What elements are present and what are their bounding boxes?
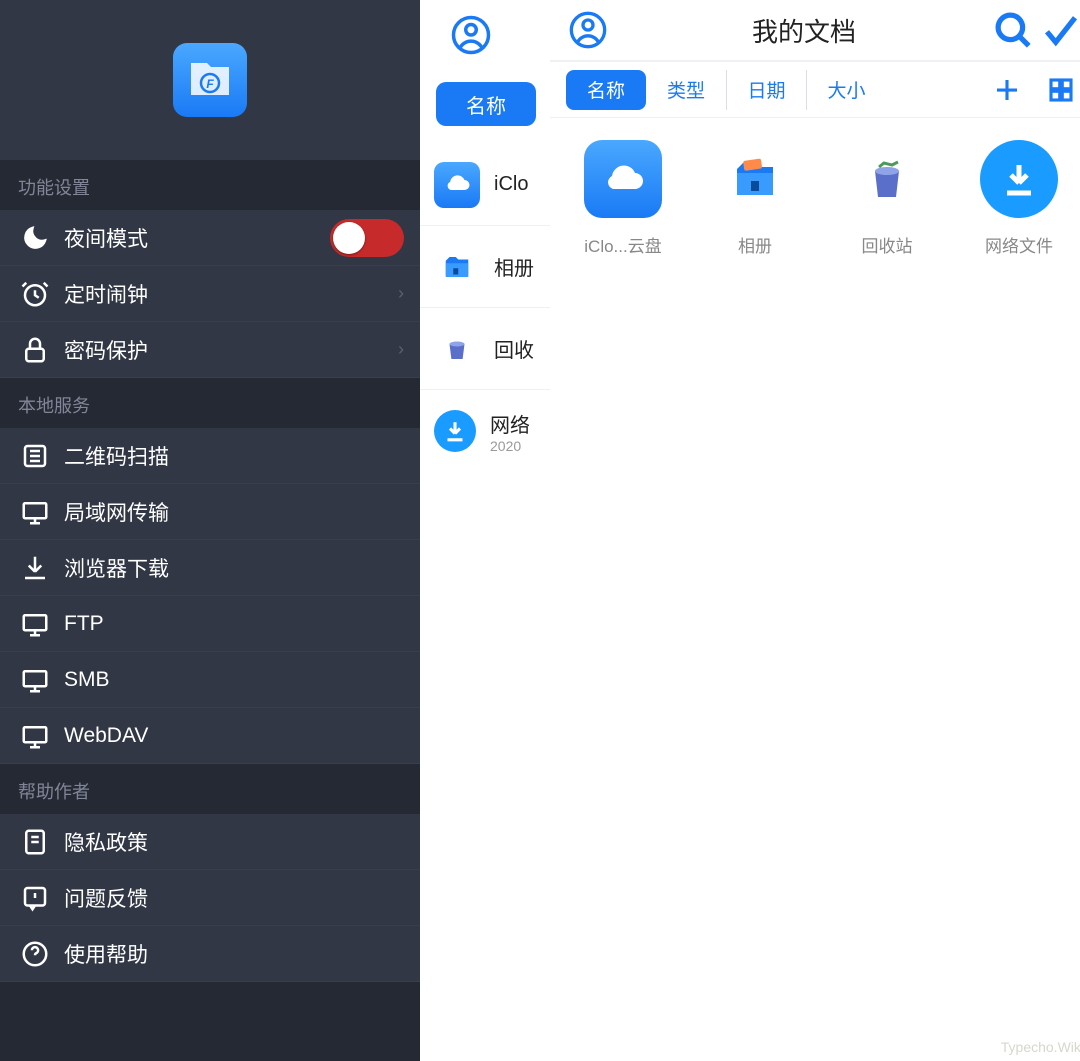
mid-tab-name[interactable]: 名称 (436, 82, 536, 126)
grid-item-label: 回收站 (862, 232, 913, 257)
grid-item-label: 网络文件 (985, 232, 1053, 257)
monitor-icon (18, 607, 52, 641)
list-item-label: 网络 (490, 409, 530, 438)
sidebar-item-qr[interactable]: 二维码扫描 (0, 428, 420, 484)
section-title-settings: 功能设置 (0, 160, 420, 210)
sidebar-item-label: 隐私政策 (64, 827, 148, 857)
trash-icon (434, 326, 480, 372)
docs-subheader: 名称 类型 日期 大小 (550, 62, 1080, 118)
sidebar-item-label: 浏览器下载 (64, 553, 169, 583)
sidebar-item-label: 定时闹钟 (64, 279, 148, 309)
list-item-album[interactable]: 相册 (420, 226, 550, 308)
list-item-label: iClo (494, 173, 528, 196)
grid-item-trash[interactable]: 回收站 (828, 140, 946, 257)
sidebar-item-feedback[interactable]: 问题反馈 (0, 870, 420, 926)
sidebar-logo-area: F (0, 0, 420, 160)
svg-text:F: F (206, 77, 214, 91)
grid-item-album[interactable]: 相册 (696, 140, 814, 257)
qr-scan-icon (18, 439, 52, 473)
sidebar-item-label: 密码保护 (64, 335, 148, 365)
section-title-local: 本地服务 (0, 378, 420, 428)
sidebar-item-label: 夜间模式 (64, 223, 148, 253)
tab-name[interactable]: 名称 (566, 70, 646, 110)
sidebar-item-lan[interactable]: 局域网传输 (0, 484, 420, 540)
list-item-icloud[interactable]: iClo (420, 144, 550, 226)
sidebar-item-ftp[interactable]: FTP (0, 596, 420, 652)
sidebar-item-smb[interactable]: SMB (0, 652, 420, 708)
mid-header (420, 0, 550, 70)
sidebar-item-password[interactable]: 密码保护 › (0, 322, 420, 378)
monitor-icon (18, 495, 52, 529)
docs-header: 我的文档 (550, 0, 1080, 62)
documents-panel: 我的文档 名称 类型 日期 大小 iClo...云盘 (550, 0, 1080, 1061)
profile-icon (568, 10, 608, 50)
sidebar-item-webdav[interactable]: WebDAV (0, 708, 420, 764)
alert-icon (18, 881, 52, 915)
partial-list-panel: 名称 iClo 相册 回收 网络 2020 (420, 0, 550, 1061)
sidebar-item-label: 局域网传输 (64, 497, 169, 527)
list-item-label: 回收 (494, 334, 534, 363)
settings-sidebar: F 功能设置 夜间模式 定时闹钟 › 密码保护 › 本地服务 二维码扫描 局域网… (0, 0, 420, 1061)
list-item-sublabel: 2020 (490, 438, 530, 454)
cloud-icon (584, 140, 662, 218)
help-icon (18, 937, 52, 971)
night-mode-toggle[interactable] (330, 219, 404, 257)
folder-lock-icon (716, 140, 794, 218)
grid-item-label: iClo...云盘 (584, 232, 661, 257)
folder-icon (434, 244, 480, 290)
search-icon[interactable] (992, 9, 1034, 51)
section-title-help: 帮助作者 (0, 764, 420, 814)
add-icon[interactable] (992, 75, 1022, 105)
sidebar-item-label: SMB (64, 668, 110, 692)
sidebar-item-help[interactable]: 使用帮助 (0, 926, 420, 982)
trash-bin-icon (848, 140, 926, 218)
grid-item-label: 相册 (738, 232, 772, 257)
moon-icon (18, 221, 52, 255)
sidebar-item-privacy[interactable]: 隐私政策 (0, 814, 420, 870)
grid-item-icloud[interactable]: iClo...云盘 (564, 140, 682, 257)
chevron-right-icon: › (398, 283, 404, 304)
tab-type[interactable]: 类型 (646, 70, 726, 110)
app-logo-icon: F (173, 43, 247, 117)
tab-size[interactable]: 大小 (806, 70, 886, 110)
sidebar-item-alarm[interactable]: 定时闹钟 › (0, 266, 420, 322)
lock-icon (18, 333, 52, 367)
profile-button[interactable] (560, 10, 616, 50)
grid-view-icon[interactable] (1046, 75, 1076, 105)
sidebar-item-label: WebDAV (64, 724, 148, 748)
monitor-icon (18, 663, 52, 697)
cloud-icon (434, 162, 480, 208)
sidebar-item-label: 二维码扫描 (64, 441, 169, 471)
clock-icon (18, 277, 52, 311)
page-title: 我的文档 (616, 12, 992, 49)
sidebar-item-label: FTP (64, 612, 104, 636)
download-circle-icon (434, 410, 476, 452)
watermark: Typecho.Wiki (1001, 1039, 1080, 1055)
sidebar-item-label: 使用帮助 (64, 939, 148, 969)
profile-icon[interactable] (450, 14, 492, 56)
sidebar-item-label: 问题反馈 (64, 883, 148, 913)
sort-segment: 名称 类型 日期 大小 (566, 70, 886, 110)
monitor-icon (18, 719, 52, 753)
document-icon (18, 825, 52, 859)
sidebar-item-browser-download[interactable]: 浏览器下载 (0, 540, 420, 596)
docs-grid: iClo...云盘 相册 回收站 网络文件 (550, 118, 1080, 279)
download-icon (18, 551, 52, 585)
tab-date[interactable]: 日期 (726, 70, 806, 110)
list-item-label: 相册 (494, 252, 534, 281)
download-circle-icon (980, 140, 1058, 218)
grid-item-network[interactable]: 网络文件 (960, 140, 1078, 257)
chevron-right-icon: › (398, 339, 404, 360)
list-item-network[interactable]: 网络 2020 (420, 390, 550, 472)
list-item-trash[interactable]: 回收 (420, 308, 550, 390)
sidebar-item-night-mode[interactable]: 夜间模式 (0, 210, 420, 266)
check-icon[interactable] (1040, 9, 1080, 51)
